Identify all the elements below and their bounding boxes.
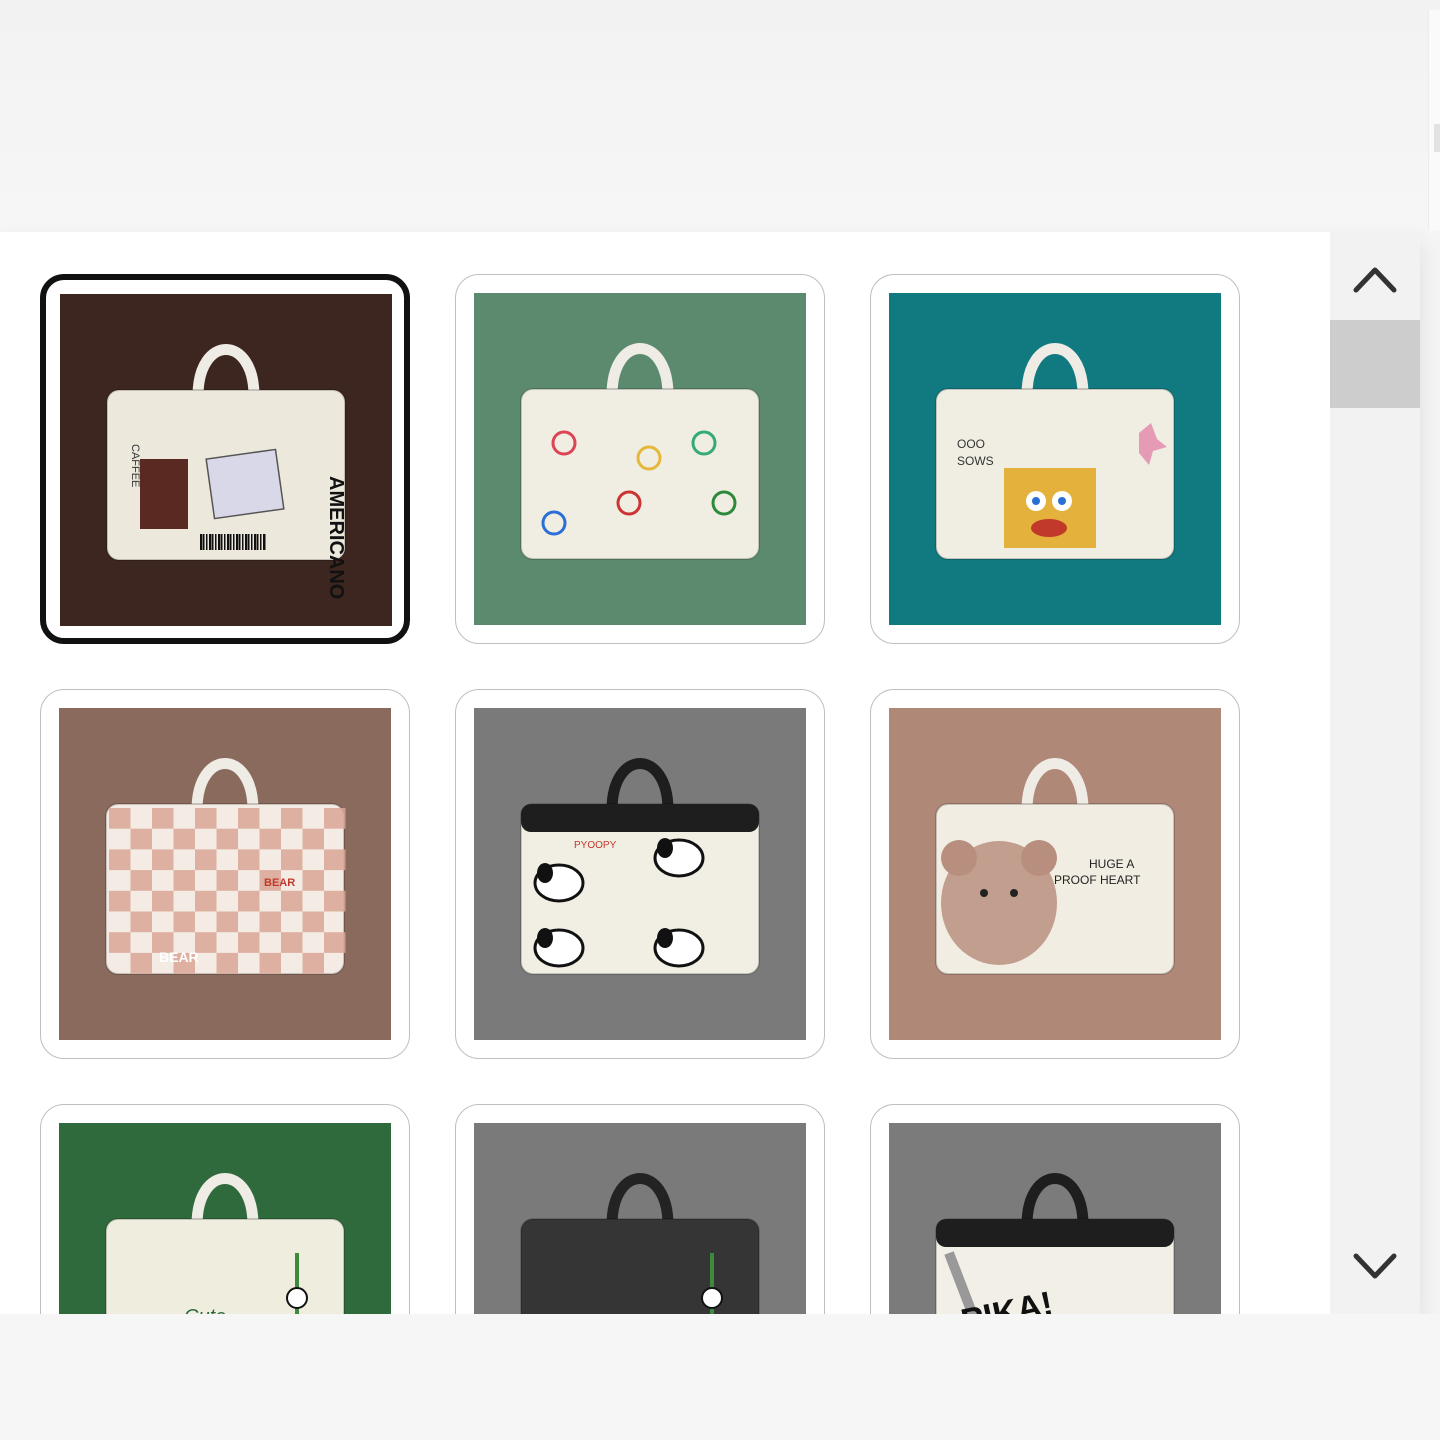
bag-print-text: CAFFEE [129,444,141,487]
top-toolbar-area [0,0,1440,232]
bag-print-text: HUGE A [1089,857,1134,871]
bag-print-text: BEAR [264,877,295,889]
bag-body [520,1218,760,1314]
scroll-up-button[interactable] [1330,232,1420,320]
bag-picker-panel: AMERICANO CAFFEE OOO SOWS BEAR BEAR PYOOPY HUGE… [0,232,1420,1314]
bag-image: CutePanda [59,1123,391,1314]
bag-image [474,293,806,625]
window-edge-nub [1434,124,1440,152]
bag-print-text: AMERICANO [325,476,347,599]
bag-print-text: PROOF HEART [1054,873,1141,887]
bag-thumbnail-sponge-bag[interactable]: OOO SOWS [870,274,1240,644]
bag-print-text: PYOOPY [574,840,617,851]
bag-image: BEAR BEAR [59,708,391,1040]
bag-thumbnail-doodle-bag[interactable] [455,274,825,644]
chevron-up-icon [1353,267,1397,293]
bag-image: AMERICANO CAFFEE [60,294,392,626]
bag-image: PYOOPY [474,708,806,1040]
bag-thumbnail-bear-checker-bag[interactable]: BEAR BEAR [40,689,410,1059]
chevron-down-icon [1353,1253,1397,1279]
bag-print-text: SOWS [957,454,994,468]
bag-image: HUGE A PROOF HEART [889,708,1221,1040]
bag-thumbnail-americano-bag[interactable]: AMERICANO CAFFEE [40,274,410,644]
bag-print-text: Cute [184,1306,226,1314]
bag-thumbnail-cute-panda-black-bag[interactable]: CutePanda [455,1104,825,1314]
bag-illustration: HUGE A PROOF HEART [889,708,1221,1040]
bag-illustration: PIKA! [889,1123,1221,1314]
bag-thumbnail-cute-panda-cream-bag[interactable]: CutePanda [40,1104,410,1314]
bag-illustration: OOO SOWS [889,293,1221,625]
thumbnail-grid: AMERICANO CAFFEE OOO SOWS BEAR BEAR PYOOPY HUGE… [0,232,1330,1314]
bag-print-text: BEAR [159,949,199,965]
scroll-down-button[interactable] [1330,1226,1420,1314]
bag-print-text: OOO [957,437,985,451]
bag-image: CutePanda [474,1123,806,1314]
bag-thumbnail-puppy-bag[interactable]: PYOOPY [455,689,825,1059]
bag-illustration: AMERICANO CAFFEE [60,294,392,626]
bag-image: PIKA! [889,1123,1221,1314]
vertical-scrollbar[interactable] [1330,232,1420,1314]
bag-illustration: CutePanda [474,1123,806,1314]
window-edge [1428,10,1440,230]
bag-illustration: CutePanda [59,1123,391,1314]
bag-illustration: PYOOPY [474,708,806,1040]
bag-image: OOO SOWS [889,293,1221,625]
bottom-area [0,1314,1440,1440]
bag-illustration [474,293,806,625]
bag-thumbnail-teddy-bag[interactable]: HUGE A PROOF HEART [870,689,1240,1059]
bag-illustration: BEAR BEAR [59,708,391,1040]
bag-body [105,1218,345,1314]
scroll-thumb[interactable] [1330,320,1420,408]
bag-thumbnail-pika-bag[interactable]: PIKA! [870,1104,1240,1314]
